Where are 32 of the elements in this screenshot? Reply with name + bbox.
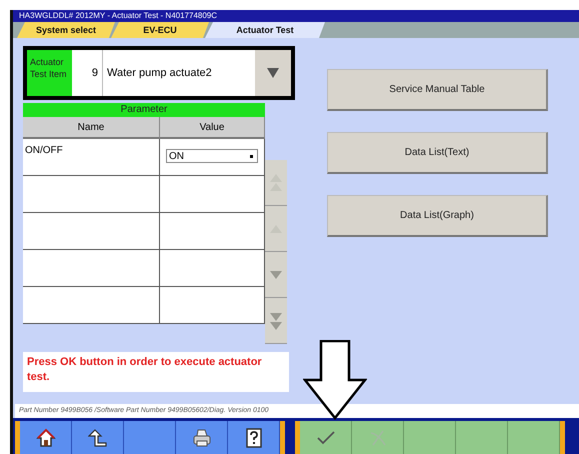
scroll-button[interactable] (265, 252, 287, 298)
printer-icon (192, 428, 212, 448)
instruction-message: Press OK button in order to execute actuator test. (23, 352, 289, 392)
tab[interactable]: Actuator Test (205, 22, 325, 38)
back-arrow-icon (88, 428, 108, 448)
item-number: 9 (72, 50, 103, 96)
help-icon (246, 428, 262, 448)
scroll-button[interactable] (265, 298, 287, 344)
toolbar-button[interactable] (72, 421, 124, 454)
scroll-down-icon (270, 270, 282, 278)
table-title: Parameter (23, 103, 265, 117)
column-header: Name (23, 117, 160, 139)
toolbar-button[interactable] (228, 421, 280, 454)
window-title: HA3WGLDDL# 2012MY - Actuator Test - N401774809C (13, 10, 579, 22)
tab[interactable]: EV-ECU (111, 22, 209, 38)
side-button[interactable]: Data List(Graph) (327, 195, 548, 237)
home-icon (36, 428, 56, 448)
side-button[interactable]: Service Manual Table (327, 69, 548, 111)
table-cell: ON/OFF (23, 139, 160, 176)
tab[interactable]: System select (17, 22, 115, 38)
scroll-bottom-icon (270, 312, 282, 330)
actuator-item-selector[interactable]: Actuator Test Item 9 Water pump actuate2 (23, 46, 295, 100)
dropdown-value: ON (169, 150, 184, 162)
checkmark-icon (316, 430, 334, 444)
down-arrow-icon (303, 340, 367, 420)
item-name: Water pump actuate2 (106, 66, 213, 81)
value-dropdown[interactable]: ON (166, 149, 258, 163)
actuator-item-label: Actuator Test Item (27, 50, 72, 96)
toolbar-button[interactable] (176, 421, 228, 454)
toolbar-button[interactable] (20, 421, 72, 454)
side-button[interactable]: Data List(Text) (327, 132, 548, 174)
column-header: Value (160, 117, 265, 139)
